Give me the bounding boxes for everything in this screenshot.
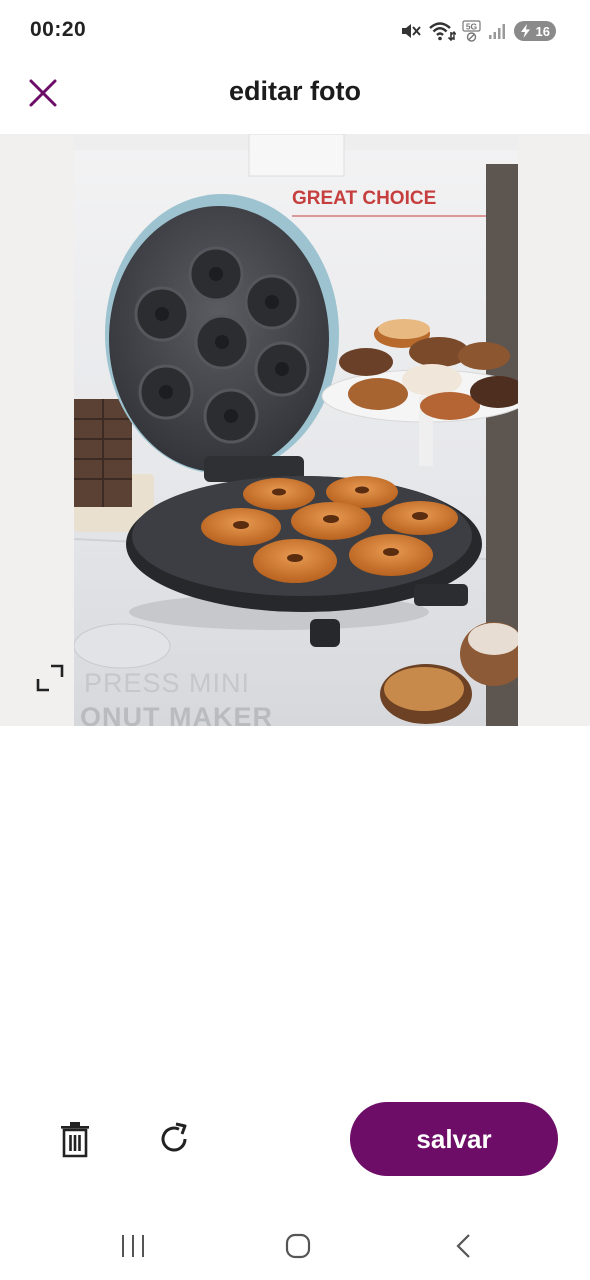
battery-icon: 16 xyxy=(514,21,556,41)
mute-icon xyxy=(400,21,422,41)
photo-editor-canvas: GREAT CHOICE PRESS MINI ONUT MAKER xyxy=(0,134,590,726)
rotate-icon xyxy=(161,1122,187,1152)
back-button[interactable] xyxy=(442,1228,486,1264)
system-nav-bar xyxy=(0,1212,590,1280)
product-name-line1: PRESS MINI xyxy=(84,668,250,698)
trash-icon xyxy=(61,1122,89,1158)
app-bar: editar foto xyxy=(0,62,590,134)
home-icon xyxy=(285,1233,311,1259)
back-icon xyxy=(456,1234,470,1258)
expand-button[interactable] xyxy=(30,658,70,698)
recent-apps-icon xyxy=(122,1235,144,1257)
status-icons: 5G 16 xyxy=(400,19,556,43)
rotate-button[interactable] xyxy=(149,1114,199,1164)
brand-text: GREAT CHOICE xyxy=(292,188,436,209)
signal-icon xyxy=(488,21,508,41)
product-name-line2: ONUT MAKER xyxy=(80,702,273,726)
expand-icon xyxy=(36,664,64,692)
recent-apps-button[interactable] xyxy=(111,1228,155,1264)
5g-icon: 5G xyxy=(462,20,482,42)
battery-level: 16 xyxy=(535,23,550,39)
charging-icon xyxy=(521,24,530,38)
home-button[interactable] xyxy=(276,1228,320,1264)
status-time: 00:20 xyxy=(30,18,87,41)
status-bar: 00:20 5G 16 xyxy=(0,0,590,62)
5g-label: 5G xyxy=(466,22,478,32)
wifi-icon xyxy=(428,20,456,42)
page-title: editar foto xyxy=(229,76,361,106)
save-button[interactable]: salvar xyxy=(350,1102,558,1176)
delete-button[interactable] xyxy=(50,1115,100,1165)
photo-preview[interactable]: GREAT CHOICE PRESS MINI ONUT MAKER xyxy=(74,134,518,726)
